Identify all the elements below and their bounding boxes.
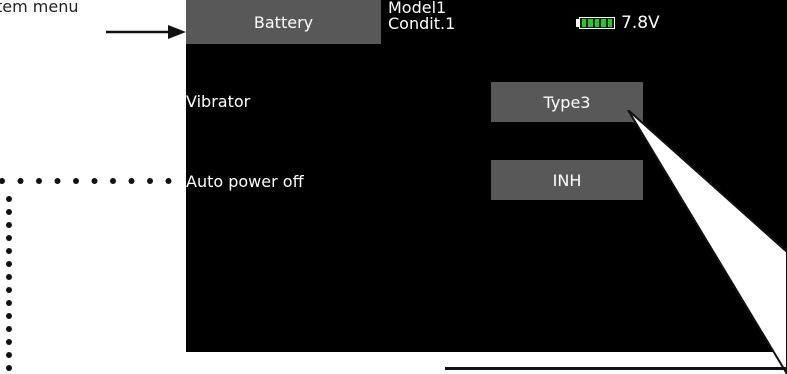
model-info: Model1 Condit.1 [388, 0, 455, 32]
dotted-leader-line [0, 178, 172, 371]
battery-status: 7.8V [576, 13, 660, 33]
battery-icon [576, 16, 615, 30]
vibrator-label: Vibrator [186, 92, 251, 111]
callout-pointer [627, 110, 787, 374]
callout-box-edge [445, 367, 787, 370]
battery-voltage: 7.8V [621, 13, 660, 33]
auto-power-off-label: Auto power off [186, 172, 304, 191]
manual-page: tem menu Battery Model1 Condit.1 7.8V Vi… [0, 0, 787, 374]
battery-menu-button[interactable]: Battery [186, 0, 381, 44]
condition-name: Condit.1 [388, 14, 456, 33]
